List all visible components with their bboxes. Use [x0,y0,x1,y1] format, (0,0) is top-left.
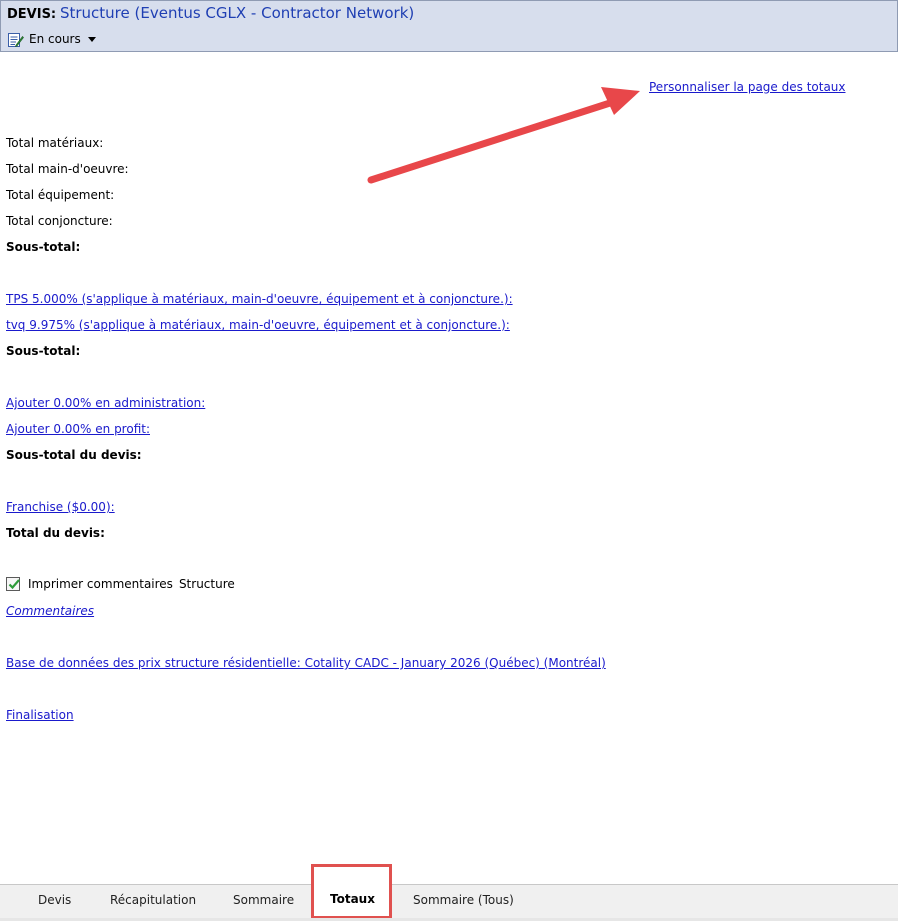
subtotal-label: Sous-total: [6,240,81,254]
print-comments-row: Imprimer commentaires Structure [6,577,235,591]
price-database-link[interactable]: Base de données des prix structure résid… [6,656,606,670]
estimate-name[interactable]: Structure (Eventus CGLX - Contractor Net… [60,4,414,22]
comments-link[interactable]: Commentaires [6,604,94,618]
print-comments-checkbox[interactable] [6,577,20,591]
tab-sommaire-tous[interactable]: Sommaire (Tous) [413,893,514,907]
total-materials-label: Total matériaux: [6,136,104,150]
tvq-tax-link[interactable]: tvq 9.975% (s'applique à matériaux, main… [6,318,510,332]
estimate-totals-window: DEVIS: Structure (Eventus CGLX - Contrac… [0,0,898,921]
status-dropdown[interactable]: En cours [7,30,96,48]
print-comments-label: Imprimer commentaires [28,577,173,591]
deductible-link[interactable]: Franchise ($0.00): [6,500,115,514]
tab-devis[interactable]: Devis [38,893,71,907]
profit-link[interactable]: Ajouter 0.00% en profit: [6,422,150,436]
total-labor-label: Total main-d'oeuvre: [6,162,129,176]
customize-totals-link[interactable]: Personnaliser la page des totaux [649,80,846,94]
status-label: En cours [29,32,81,46]
edit-document-icon [8,32,24,47]
estimate-label: DEVIS: [7,7,57,22]
bottom-tab-bar: Devis Récapitulation Sommaire Sommaire (… [0,884,898,918]
estimate-title: DEVIS: Structure (Eventus CGLX - Contrac… [7,4,414,22]
chevron-down-icon [87,36,96,42]
tab-totaux[interactable]: Totaux [330,892,375,906]
estimate-subtotal-label: Sous-total du devis: [6,448,142,462]
admin-fee-link[interactable]: Ajouter 0.00% en administration: [6,396,205,410]
tps-tax-link[interactable]: TPS 5.000% (s'applique à matériaux, main… [6,292,513,306]
checkmark-icon [8,579,20,590]
total-conjuncture-label: Total conjoncture: [6,214,113,228]
tab-recapitulation[interactable]: Récapitulation [110,893,196,907]
print-comments-section: Structure [178,577,235,591]
estimate-header: DEVIS: Structure (Eventus CGLX - Contrac… [0,0,898,52]
total-equipment-label: Total équipement: [6,188,115,202]
subtotal-after-tax-label: Sous-total: [6,344,81,358]
finalize-link[interactable]: Finalisation [6,708,74,722]
estimate-total-label: Total du devis: [6,526,105,540]
tab-sommaire[interactable]: Sommaire [233,893,294,907]
